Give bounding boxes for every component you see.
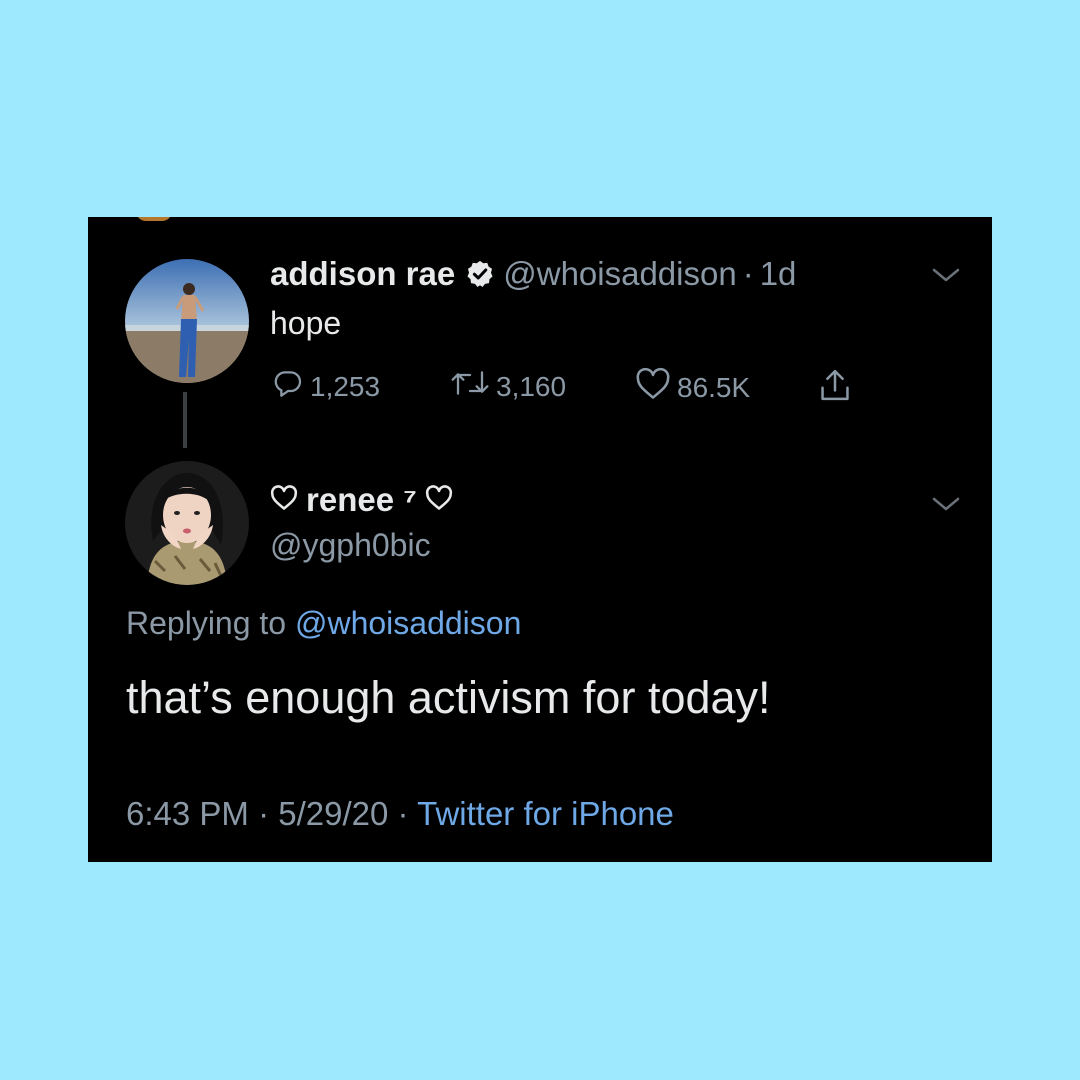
reply-display-name[interactable]: renee ⁷ [306, 481, 417, 519]
reply-date[interactable]: 5/29/20 [278, 795, 388, 832]
chevron-down-icon[interactable] [931, 265, 961, 290]
heart-icon [270, 484, 298, 516]
chevron-down-icon[interactable] [931, 494, 961, 519]
reply-text: that’s enough activism for today! [126, 672, 771, 723]
previous-avatar-edge [136, 217, 172, 221]
share-action[interactable] [818, 367, 858, 410]
tweet-actions: 1,253 3,160 86.5K [270, 367, 870, 407]
display-name[interactable]: addison rae [270, 255, 455, 293]
reply-count: 1,253 [310, 370, 381, 402]
tweet-meta: 6:43 PM · 5/29/20 · Twitter for iPhone [126, 795, 674, 833]
reply-time[interactable]: 6:43 PM [126, 795, 249, 832]
retweet-count: 3,160 [496, 370, 567, 402]
retweet-action[interactable]: 3,160 [450, 367, 566, 406]
heart-icon [425, 484, 453, 516]
retweet-icon [450, 367, 496, 406]
reply-handle[interactable]: @ygph0bic [270, 527, 431, 564]
heart-icon [635, 367, 677, 408]
avatar-addison[interactable] [125, 259, 249, 383]
share-icon [818, 367, 858, 410]
reply-icon [272, 367, 310, 406]
tweet-header: addison rae @whoisaddison · 1d [270, 255, 796, 293]
meta-separator: · [258, 795, 270, 832]
separator: · [742, 255, 754, 292]
replying-mention[interactable]: @whoisaddison [295, 605, 521, 641]
thread-connector [183, 392, 187, 448]
verified-badge-icon [465, 259, 495, 289]
tweet-source[interactable]: Twitter for iPhone [417, 795, 674, 832]
like-count: 86.5K [677, 371, 751, 403]
like-action[interactable]: 86.5K [635, 367, 750, 408]
avatar-renee[interactable] [125, 461, 249, 585]
tweet-age[interactable]: 1d [760, 255, 797, 293]
tweet-text: hope [270, 305, 342, 341]
reply-action[interactable]: 1,253 [272, 367, 380, 406]
replying-prefix: Replying to [126, 605, 287, 641]
replying-to: Replying to @whoisaddison [126, 605, 521, 642]
meta-separator: · [397, 795, 409, 832]
tweet-card: addison rae @whoisaddison · 1d hope 1,25… [88, 217, 992, 862]
reply-header: renee ⁷ [270, 481, 453, 519]
handle[interactable]: @whoisaddison [503, 255, 736, 293]
